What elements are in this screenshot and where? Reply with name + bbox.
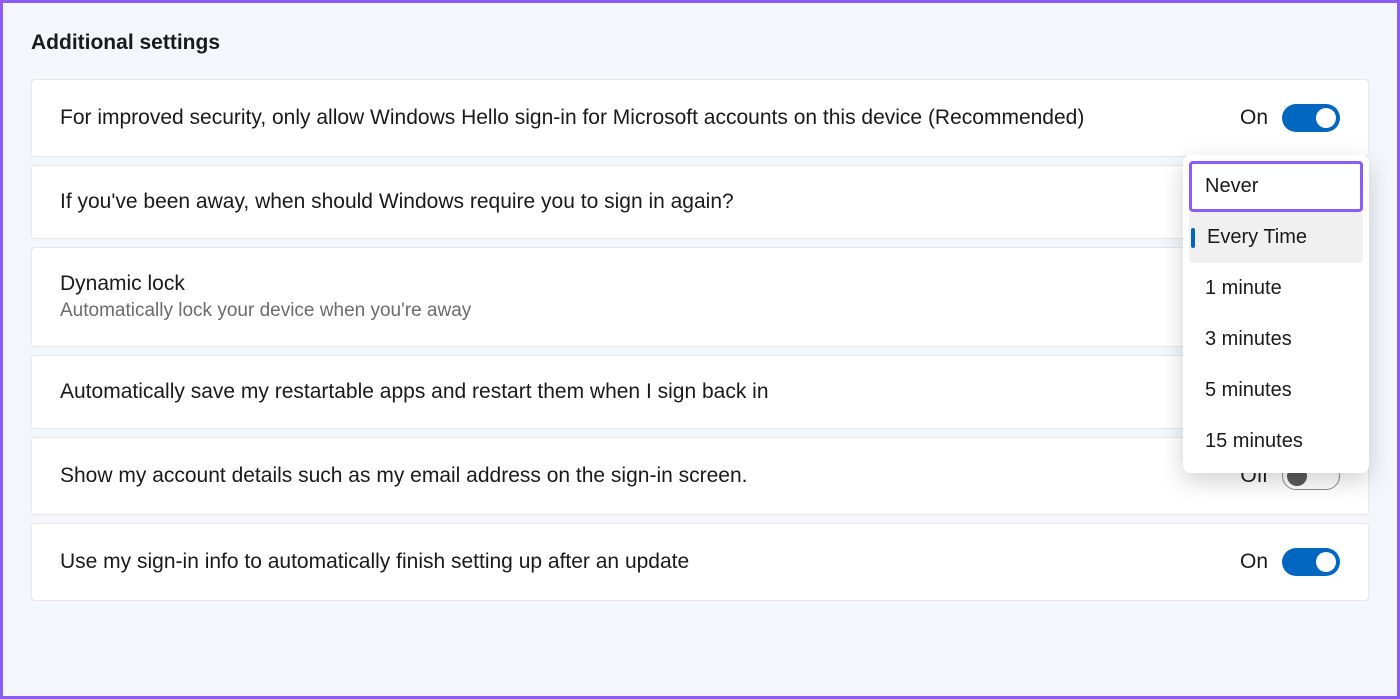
toggle-knob	[1316, 552, 1336, 572]
toggle-knob	[1316, 108, 1336, 128]
setting-account-details: Show my account details such as my email…	[31, 437, 1369, 515]
windows-hello-toggle-state: On	[1240, 106, 1268, 130]
restartable-apps-label: Automatically save my restartable apps a…	[60, 380, 1340, 404]
signin-info-toggle[interactable]	[1282, 548, 1340, 576]
dropdown-option-3-minutes[interactable]: 3 minutes	[1189, 314, 1363, 365]
dropdown-option-never[interactable]: Never	[1189, 161, 1363, 212]
dynamic-lock-sublabel: Automatically lock your device when you'…	[60, 300, 1340, 322]
dropdown-option-every-time[interactable]: Every Time	[1189, 212, 1363, 263]
windows-hello-toggle[interactable]	[1282, 104, 1340, 132]
setting-signin-info: Use my sign-in info to automatically fin…	[31, 523, 1369, 601]
dynamic-lock-label: Dynamic lock	[60, 272, 1340, 296]
setting-dynamic-lock[interactable]: Dynamic lock Automatically lock your dev…	[31, 247, 1369, 347]
dropdown-option-5-minutes[interactable]: 5 minutes	[1189, 365, 1363, 416]
setting-require-signin: If you've been away, when should Windows…	[31, 165, 1369, 239]
require-signin-label: If you've been away, when should Windows…	[60, 190, 1340, 214]
windows-hello-label: For improved security, only allow Window…	[60, 106, 1240, 130]
setting-windows-hello: For improved security, only allow Window…	[31, 79, 1369, 157]
account-details-label: Show my account details such as my email…	[60, 464, 1240, 488]
signin-info-toggle-state: On	[1240, 550, 1268, 574]
dropdown-option-15-minutes[interactable]: 15 minutes	[1189, 416, 1363, 467]
signin-info-label: Use my sign-in info to automatically fin…	[60, 550, 1240, 574]
setting-restartable-apps: Automatically save my restartable apps a…	[31, 355, 1369, 429]
require-signin-dropdown[interactable]: Never Every Time 1 minute 3 minutes 5 mi…	[1183, 155, 1369, 473]
section-title: Additional settings	[31, 31, 1369, 55]
dropdown-option-1-minute[interactable]: 1 minute	[1189, 263, 1363, 314]
